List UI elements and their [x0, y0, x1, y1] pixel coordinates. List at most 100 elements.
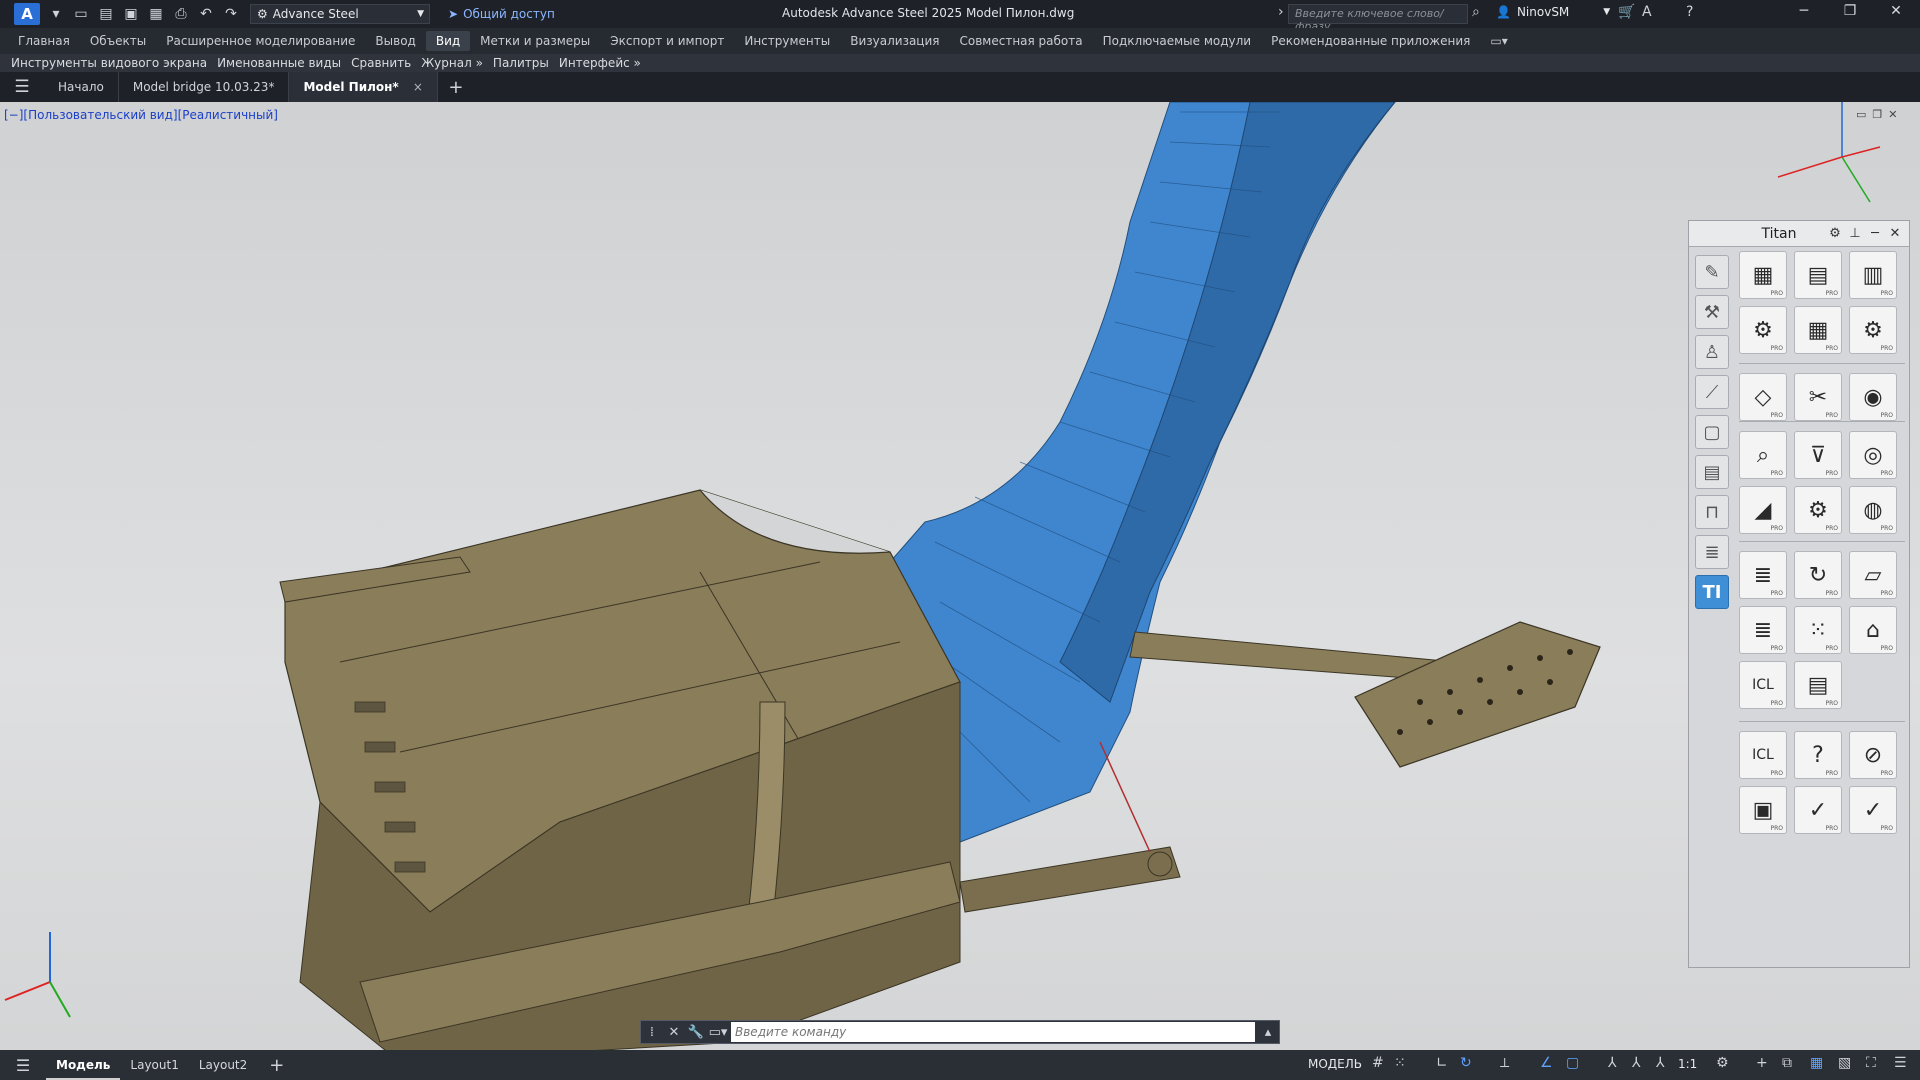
- t-parts-list-icon[interactable]: ⚙ PRO: [1739, 306, 1787, 354]
- t-layers-icon[interactable]: ◇ PRO: [1739, 373, 1787, 421]
- t-tag-icon[interactable]: ⌂ PRO: [1849, 606, 1897, 654]
- view-controls-label[interactable]: [−][Пользовательский вид][Реалистичный]: [4, 108, 278, 122]
- customize-wrench-icon[interactable]: 🔧: [685, 1025, 707, 1040]
- command-input[interactable]: [731, 1022, 1255, 1042]
- ribbon-panel-0[interactable]: Инструменты видового экрана: [6, 56, 212, 70]
- t-schedule2-icon[interactable]: ▥ PRO: [1849, 251, 1897, 299]
- open-folder-icon[interactable]: ▤: [97, 5, 115, 23]
- category-tools-icon[interactable]: ⚒: [1695, 295, 1729, 329]
- close-window-button[interactable]: ✕: [1876, 3, 1916, 25]
- redo-icon[interactable]: ↷: [222, 5, 240, 23]
- ortho-icon[interactable]: ∟: [1436, 1055, 1448, 1071]
- new-file-icon[interactable]: ▭: [72, 5, 90, 23]
- ribbon-panel-4[interactable]: Палитры: [488, 56, 554, 70]
- ribbon-tab-9[interactable]: Совместная работа: [950, 31, 1093, 51]
- hamburger-menu-icon[interactable]: ☰: [0, 77, 44, 97]
- auto-scale-icon[interactable]: ⅄: [1632, 1055, 1641, 1071]
- t-no-tree-icon[interactable]: ⊘ PRO: [1849, 731, 1897, 779]
- category-layers-icon[interactable]: ≣: [1695, 535, 1729, 569]
- help-icon[interactable]: ?: [1686, 4, 1693, 20]
- t-schedule-icon[interactable]: ▤ PRO: [1794, 251, 1842, 299]
- category-sheet-icon[interactable]: ▤: [1695, 455, 1729, 489]
- ribbon-panel-1[interactable]: Именованные виды: [212, 56, 346, 70]
- chevron-up-icon[interactable]: ▴: [1257, 1025, 1279, 1040]
- workspace-select[interactable]: ⚙ Advance Steel ▼: [250, 4, 430, 24]
- ribbon-tab-0[interactable]: Главная: [8, 31, 80, 51]
- t-frame-icon[interactable]: ▤ PRO: [1794, 661, 1842, 709]
- polar-icon[interactable]: ↻: [1460, 1055, 1472, 1071]
- category-dimension-icon[interactable]: ⟋: [1695, 375, 1729, 409]
- save-as-icon[interactable]: ▦: [147, 5, 165, 23]
- t-find-icon[interactable]: ⌕ PRO: [1739, 431, 1787, 479]
- workspace-gear-icon[interactable]: ⚙: [1716, 1055, 1729, 1071]
- command-prompt-icon[interactable]: ▭▾: [707, 1025, 729, 1040]
- app-logo-button[interactable]: A: [14, 3, 40, 25]
- ribbon-tab-6[interactable]: Экспорт и импорт: [600, 31, 734, 51]
- ribbon-display-toggle-icon[interactable]: ▭▾: [1480, 31, 1517, 51]
- t-report-icon[interactable]: ▣ PRO: [1739, 786, 1787, 834]
- layout-tab-layout1[interactable]: Layout1: [120, 1050, 188, 1080]
- t-rotate-icon[interactable]: ↻ PRO: [1794, 551, 1842, 599]
- customization-icon[interactable]: ☰: [1894, 1055, 1907, 1071]
- ribbon-panel-3[interactable]: Журнал »: [416, 56, 488, 70]
- category-titan-icon[interactable]: TI: [1695, 575, 1729, 609]
- annotation-scale-value[interactable]: 1:1: [1678, 1057, 1697, 1071]
- t-camera-icon[interactable]: ◉ PRO: [1849, 373, 1897, 421]
- ribbon-tab-2[interactable]: Расширенное моделирование: [156, 31, 365, 51]
- search-icon[interactable]: ⌕: [1472, 4, 1480, 20]
- t-check2-icon[interactable]: ✓ PRO: [1849, 786, 1897, 834]
- snap-icon[interactable]: ⁙: [1394, 1055, 1406, 1071]
- add-tab-button[interactable]: +: [438, 77, 474, 98]
- category-frame-icon[interactable]: ▢: [1695, 415, 1729, 449]
- t-icl-icon[interactable]: ICL PRO: [1739, 661, 1787, 709]
- grid-icon[interactable]: #: [1372, 1055, 1384, 1071]
- t-dots-icon[interactable]: ⁙ PRO: [1794, 606, 1842, 654]
- ribbon-tab-11[interactable]: Рекомендованные приложения: [1261, 31, 1480, 51]
- t-plate-icon[interactable]: ▱ PRO: [1849, 551, 1897, 599]
- tab-model-pylon[interactable]: Model Пилон* ×: [289, 72, 438, 102]
- ribbon-tab-1[interactable]: Объекты: [80, 31, 156, 51]
- autodesk-a360-icon[interactable]: A: [1642, 4, 1652, 20]
- clean-screen-icon[interactable]: ▧: [1838, 1055, 1851, 1071]
- ribbon-tab-5[interactable]: Метки и размеры: [470, 31, 600, 51]
- object-snap-icon[interactable]: ▢: [1566, 1055, 1579, 1071]
- ribbon-tab-7[interactable]: Инструменты: [734, 31, 840, 51]
- add-layout-button[interactable]: +: [257, 1055, 296, 1076]
- pin-icon[interactable]: ⊥: [1847, 226, 1863, 241]
- settings-icon[interactable]: ⚙: [1827, 226, 1843, 241]
- viewport-minimize-icon[interactable]: ▭: [1856, 108, 1866, 121]
- undo-icon[interactable]: ↶: [197, 5, 215, 23]
- close-command-icon[interactable]: ✕: [663, 1025, 685, 1040]
- t-beam-icon[interactable]: ◢ PRO: [1739, 486, 1787, 534]
- plus-icon[interactable]: +: [1756, 1055, 1768, 1071]
- t-eye-icon[interactable]: ◎ PRO: [1849, 431, 1897, 479]
- tab-model-bridge[interactable]: Model bridge 10.03.23*: [119, 72, 290, 102]
- t-check-icon[interactable]: ✓ PRO: [1794, 786, 1842, 834]
- close-icon[interactable]: ✕: [1887, 226, 1903, 241]
- ribbon-tab-8[interactable]: Визуализация: [840, 31, 949, 51]
- viewport-close-icon[interactable]: ✕: [1888, 108, 1897, 121]
- object-snap-tracking-icon[interactable]: ∠: [1540, 1055, 1553, 1071]
- print-icon[interactable]: ⎙: [172, 5, 190, 23]
- t-gear-table-icon[interactable]: ⚙ PRO: [1849, 306, 1897, 354]
- app-menu-chevron-icon[interactable]: ▾: [47, 5, 65, 23]
- annotation-scale-icon[interactable]: ⅄: [1656, 1055, 1665, 1071]
- ribbon-tab-10[interactable]: Подключаемые модули: [1093, 31, 1262, 51]
- t-table-icon[interactable]: ▦ PRO: [1739, 251, 1787, 299]
- category-drawing-icon[interactable]: ✎: [1695, 255, 1729, 289]
- ribbon-panel-2[interactable]: Сравнить: [346, 56, 416, 70]
- tab-start[interactable]: Начало: [44, 72, 119, 102]
- t-stack-icon[interactable]: ≣ PRO: [1739, 551, 1787, 599]
- ribbon-tab-3[interactable]: Вывод: [365, 31, 425, 51]
- cart-icon[interactable]: 🛒: [1618, 4, 1635, 20]
- model-viewport[interactable]: [−][Пользовательский вид][Реалистичный] …: [0, 102, 1920, 1050]
- model-space-toggle[interactable]: МОДЕЛЬ: [1308, 1057, 1362, 1071]
- search-input[interactable]: Введите ключевое слово/фразу: [1288, 4, 1468, 33]
- t-icl-tree-icon[interactable]: ICL PRO: [1739, 731, 1787, 779]
- t-grid-table-icon[interactable]: ▦ PRO: [1794, 306, 1842, 354]
- grip-icon[interactable]: ⁞: [641, 1025, 663, 1040]
- close-tab-icon[interactable]: ×: [413, 80, 423, 94]
- t-stack2-icon[interactable]: ≣ PRO: [1739, 606, 1787, 654]
- t-help-tree-icon[interactable]: ? PRO: [1794, 731, 1842, 779]
- viewport-restore-icon[interactable]: ❐: [1872, 108, 1882, 121]
